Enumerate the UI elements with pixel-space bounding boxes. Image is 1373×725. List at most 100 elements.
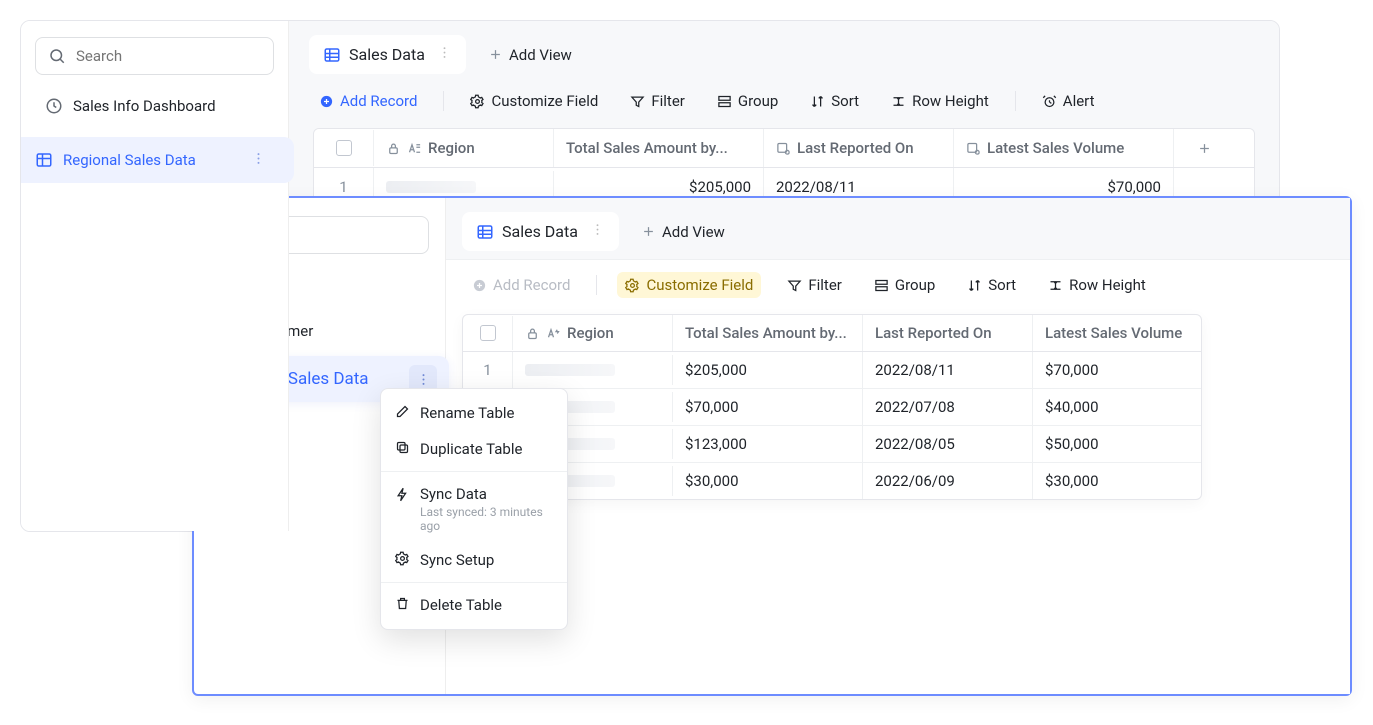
cell-latest-volume[interactable]: $70,000	[1033, 352, 1203, 388]
lock-icon	[386, 141, 401, 156]
sort-button[interactable]: Sort	[804, 88, 865, 114]
menu-label: Duplicate Table	[420, 440, 522, 458]
checkbox[interactable]	[480, 325, 496, 341]
trash-icon	[395, 596, 410, 611]
front-grid: Region Total Sales Amount by... Last Rep…	[462, 314, 1202, 500]
tab-sales-data[interactable]: Sales Data	[462, 212, 619, 251]
sidebar-item-regional[interactable]: Regional Sales Data	[20, 137, 294, 183]
btn-label: Row Height	[912, 92, 989, 110]
row-height-icon	[1048, 278, 1063, 293]
table-row[interactable]: 1 $205,000 2022/08/11 $70,000	[463, 352, 1201, 389]
col-total-sales[interactable]: Total Sales Amount by...	[673, 315, 863, 351]
cell-latest-volume[interactable]: $30,000	[1033, 463, 1203, 499]
menu-divider	[381, 582, 567, 583]
tab-sales-data[interactable]: Sales Data	[309, 35, 466, 74]
add-view-button[interactable]: Add View	[474, 36, 586, 74]
customize-field-button[interactable]: Customize Field	[464, 88, 604, 114]
col-total-sales[interactable]: Total Sales Amount by...	[554, 129, 764, 167]
add-view-button[interactable]: Add View	[627, 213, 739, 251]
group-icon	[717, 94, 732, 109]
menu-delete-table[interactable]: Delete Table	[381, 587, 567, 623]
back-toolbar: Add Record Customize Field Filter Group	[289, 74, 1279, 128]
tab-more-icon[interactable]	[590, 222, 605, 241]
col-label: Region	[428, 139, 475, 157]
tab-label: Sales Data	[502, 222, 578, 241]
more-icon[interactable]	[247, 147, 270, 174]
cell-last-reported[interactable]: 2022/08/11	[863, 352, 1033, 388]
table-row[interactable]: 3 $123,000 2022/08/05 $50,000	[463, 426, 1201, 463]
search-icon	[48, 47, 66, 65]
filter-button[interactable]: Filter	[624, 88, 691, 114]
tab-more-icon[interactable]	[437, 45, 452, 64]
row-height-button[interactable]: Row Height	[885, 88, 995, 114]
cell-latest-volume[interactable]: $50,000	[1033, 426, 1203, 462]
clock-icon	[45, 97, 63, 115]
menu-sync-data[interactable]: Sync Data Last synced: 3 minutes ago	[381, 476, 567, 542]
group-button[interactable]: Group	[711, 88, 784, 114]
group-icon	[874, 278, 889, 293]
plus-circle-icon	[472, 278, 487, 293]
grid-header-row: Region Total Sales Amount by... Last Rep…	[463, 315, 1201, 352]
redacted-value	[386, 181, 476, 193]
add-record-button[interactable]: Add Record	[313, 88, 423, 114]
cell-total-sales[interactable]: $205,000	[673, 352, 863, 388]
tab-label: Sales Data	[349, 45, 425, 64]
col-region[interactable]: Region	[513, 315, 673, 351]
col-region[interactable]: Region	[374, 129, 554, 167]
table-row[interactable]: 4 $30,000 2022/06/09 $30,000	[463, 463, 1201, 499]
cell-last-reported[interactable]: 2022/08/05	[863, 426, 1033, 462]
col-label: Latest Sales Volume	[1045, 324, 1182, 342]
filter-icon	[787, 278, 802, 293]
plus-circle-icon	[319, 94, 334, 109]
bolt-icon	[395, 487, 410, 502]
front-main: Sales Data Add View Add Record Customize…	[446, 198, 1350, 694]
menu-rename-table[interactable]: Rename Table	[381, 395, 567, 431]
col-last-reported[interactable]: Last Reported On	[863, 315, 1033, 351]
group-button[interactable]: Group	[868, 272, 941, 298]
select-all-cell[interactable]	[463, 316, 513, 350]
add-record-button: Add Record	[466, 272, 576, 298]
add-column-button[interactable]	[1174, 131, 1234, 166]
sort-button[interactable]: Sort	[961, 272, 1022, 298]
col-last-reported[interactable]: Last Reported On	[764, 129, 954, 167]
cell-total-sales[interactable]: $70,000	[673, 389, 863, 425]
row-height-button[interactable]: Row Height	[1042, 272, 1152, 298]
text-field-icon	[407, 141, 422, 156]
cell-region[interactable]	[513, 355, 673, 385]
front-toolbar: Add Record Customize Field Filter Group …	[446, 260, 1350, 310]
plus-icon	[1197, 141, 1212, 156]
gear-icon	[395, 551, 410, 566]
cell-latest-volume[interactable]: $40,000	[1033, 389, 1203, 425]
btn-label: Filter	[651, 92, 685, 110]
menu-duplicate-table[interactable]: Duplicate Table	[381, 431, 567, 467]
checkbox[interactable]	[336, 140, 352, 156]
btn-label: Customize Field	[646, 276, 753, 294]
table-row[interactable]: 2 $70,000 2022/07/08 $40,000	[463, 389, 1201, 426]
menu-sync-setup[interactable]: Sync Setup	[381, 542, 567, 578]
col-label: Total Sales Amount by...	[685, 324, 847, 342]
customize-field-button[interactable]: Customize Field	[617, 272, 761, 298]
select-all-cell[interactable]	[314, 130, 374, 166]
edit-icon	[395, 404, 410, 419]
add-view-label: Add View	[509, 46, 572, 64]
cell-last-reported[interactable]: 2022/06/09	[863, 463, 1033, 499]
menu-divider	[381, 471, 567, 472]
btn-label: Alert	[1063, 92, 1095, 110]
sidebar-item-dashboard[interactable]: Sales Info Dashboard	[35, 89, 274, 123]
search-box[interactable]	[35, 37, 274, 75]
divider	[1015, 91, 1016, 111]
search-input[interactable]	[74, 46, 261, 66]
cell-total-sales[interactable]: $123,000	[673, 426, 863, 462]
col-label: Region	[567, 324, 614, 342]
col-latest-volume[interactable]: Latest Sales Volume	[954, 129, 1174, 167]
cell-last-reported[interactable]: 2022/07/08	[863, 389, 1033, 425]
menu-sublabel: Last synced: 3 minutes ago	[420, 505, 553, 533]
col-latest-volume[interactable]: Latest Sales Volume	[1033, 315, 1203, 351]
grid-view-icon	[323, 46, 341, 64]
filter-button[interactable]: Filter	[781, 272, 848, 298]
cell-total-sales[interactable]: $30,000	[673, 463, 863, 499]
alert-button[interactable]: Alert	[1036, 88, 1101, 114]
row-index: 1	[463, 352, 513, 388]
sort-icon	[967, 278, 982, 293]
plus-icon	[488, 47, 503, 62]
